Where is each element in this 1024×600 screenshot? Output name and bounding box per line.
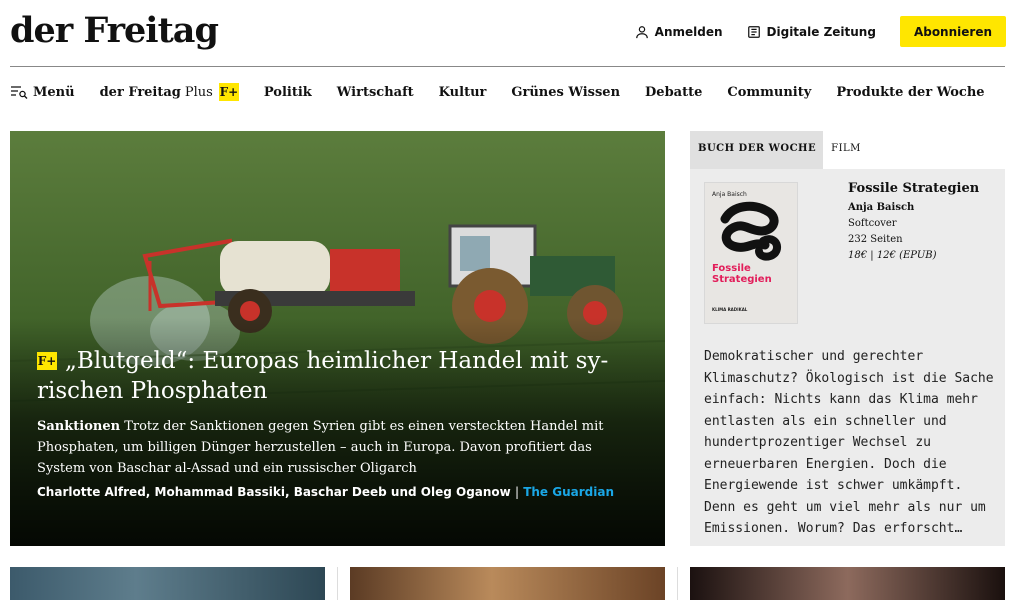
tab-buch-der-woche[interactable]: BUCH DER WOCHE	[690, 131, 824, 169]
cover-title: Fossile Strategien	[712, 263, 772, 285]
hero-article[interactable]: F+ „Blutgeld“: Europas heimlicher Handel …	[10, 131, 665, 546]
nav-item-community[interactable]: Community	[727, 85, 811, 100]
nav-item-plus[interactable]: der Freitag Plus F+	[100, 83, 239, 101]
menu-search-icon	[11, 86, 28, 99]
menu-label: Menü	[33, 84, 75, 100]
nav-item-politik[interactable]: Politik	[264, 85, 312, 100]
article-thumbnail-2[interactable]	[350, 567, 665, 600]
plus-word: Plus	[184, 84, 213, 100]
book-description: Demokratischer und gerechter Klimaschutz…	[704, 349, 994, 536]
sidebar-tabs: BUCH DER WOCHE FILM	[690, 131, 1005, 169]
book-pages: 232 Seiten	[848, 234, 903, 245]
hero-fplus-badge: F+	[37, 352, 57, 370]
hero-title-text: „Blutgeld“: Europas heimlicher Handel mi…	[37, 348, 609, 404]
cover-publisher: KLIMA RADIKAL	[712, 307, 748, 312]
hero-kicker: Sanktionen	[37, 419, 121, 434]
column-divider	[337, 567, 338, 600]
hero-authors: Charlotte Alfred, Mohammad Bassiki, Basc…	[37, 485, 511, 499]
book-format: Softcover	[848, 218, 897, 229]
article-thumbnail-1[interactable]	[10, 567, 325, 600]
hero-title[interactable]: F+ „Blutgeld“: Europas heimlicher Handel …	[37, 346, 637, 406]
book-of-week-panel: BUCH DER WOCHE FILM Anja Baisch Fossile …	[690, 131, 1005, 546]
article-thumbnail-3[interactable]	[690, 567, 1005, 600]
newspaper-icon	[747, 25, 760, 38]
hero-text: F+ „Blutgeld“: Europas heimlicher Handel …	[37, 346, 637, 499]
cover-graphic	[720, 201, 782, 261]
fplus-badge: F+	[218, 83, 239, 101]
book-cover[interactable]: Anja Baisch Fossile Strategien KLIMA RAD…	[705, 183, 797, 323]
header-divider	[10, 66, 1005, 67]
hero-byline: Charlotte Alfred, Mohammad Bassiki, Basc…	[37, 485, 637, 499]
plus-brand: der Freitag	[99, 84, 181, 100]
digital-edition-label: Digitale Zeitung	[766, 24, 876, 39]
main-nav: Menü der Freitag Plus F+ Politik Wirtsch…	[10, 83, 1010, 101]
hero-teaser-text: Trotz der Sanktionen gegen Syrien gibt e…	[37, 419, 604, 476]
byline-separator: |	[514, 485, 519, 499]
book-title[interactable]: Fossile Strategien	[848, 181, 998, 196]
nav-item-produkte[interactable]: Produkte der Woche	[836, 85, 984, 100]
tab-film[interactable]: FILM	[823, 131, 868, 169]
hero-teaser: Sanktionen Trotz der Sanktionen gegen Sy…	[37, 416, 637, 479]
header-actions: Anmelden Digitale Zeitung Abonnieren	[635, 16, 1006, 47]
login-link[interactable]: Anmelden	[635, 25, 723, 39]
site-logo[interactable]: der Freitag	[10, 10, 219, 51]
user-icon	[635, 25, 648, 38]
hero-source-link[interactable]: The Guardian	[523, 485, 614, 499]
digital-edition-link[interactable]: Digitale Zeitung	[747, 25, 876, 39]
nav-item-wirtschaft[interactable]: Wirtschaft	[337, 85, 414, 100]
nav-item-debatte[interactable]: Debatte	[645, 85, 702, 100]
cover-author: Anja Baisch	[712, 191, 747, 198]
login-label: Anmelden	[654, 24, 723, 39]
subscribe-button[interactable]: Abonnieren	[899, 16, 1006, 47]
book-author: Anja Baisch	[848, 202, 915, 213]
book-price: 18€ | 12€ (EPUB)	[848, 250, 937, 261]
column-divider	[677, 567, 678, 600]
nav-item-gruenes-wissen[interactable]: Grünes Wissen	[511, 85, 620, 100]
menu-button[interactable]: Menü	[10, 85, 75, 100]
book-info: Fossile Strategien Anja Baisch Softcover…	[848, 181, 998, 261]
nav-item-kultur[interactable]: Kultur	[439, 85, 487, 100]
tabs-spacer	[867, 131, 1005, 169]
